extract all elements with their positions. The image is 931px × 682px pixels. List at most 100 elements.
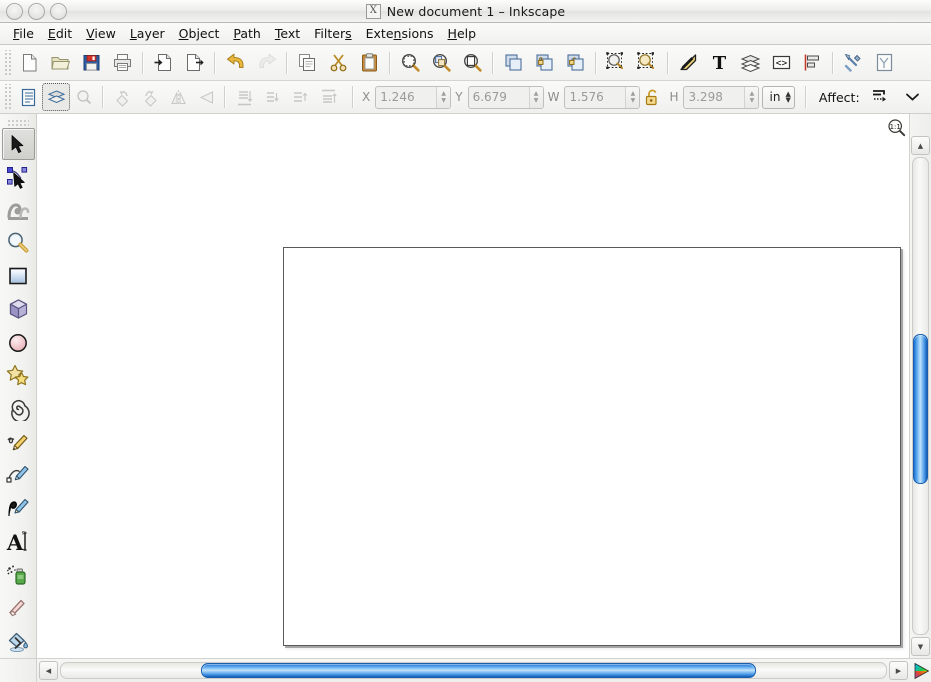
menu-extensions[interactable]: Extensions bbox=[359, 24, 441, 44]
eraser-tool[interactable] bbox=[2, 592, 35, 624]
menu-object[interactable]: Object bbox=[172, 24, 227, 44]
flip-horizontal-button[interactable] bbox=[164, 83, 192, 111]
pencil-tool[interactable] bbox=[2, 426, 35, 458]
lower-one-step-button[interactable] bbox=[258, 83, 286, 111]
w-field[interactable]: ▲▼ bbox=[564, 85, 641, 109]
layers-dialog-button[interactable] bbox=[735, 47, 766, 78]
rotate-90-ccw-button[interactable] bbox=[108, 83, 136, 111]
align-dialog-button[interactable] bbox=[797, 47, 828, 78]
raise-one-step-button[interactable] bbox=[286, 83, 314, 111]
maximize-button[interactable] bbox=[50, 3, 67, 20]
select-all-in-layers-toggle[interactable] bbox=[14, 83, 42, 111]
h-field[interactable]: ▲▼ bbox=[683, 85, 760, 109]
export-button[interactable] bbox=[179, 47, 210, 78]
w-spin-arrows[interactable]: ▲ ▼ bbox=[625, 86, 640, 108]
ungroup-button[interactable] bbox=[560, 47, 591, 78]
node-tool[interactable] bbox=[2, 161, 35, 193]
unit-selector[interactable]: in ▲ ▼ bbox=[762, 85, 795, 109]
zoom-1to1-icon[interactable]: 1:1 bbox=[886, 117, 906, 137]
object-properties-button[interactable] bbox=[632, 47, 663, 78]
vertical-scroll-track[interactable] bbox=[912, 157, 929, 635]
toolbar-grip[interactable] bbox=[3, 49, 12, 76]
paste-button[interactable] bbox=[354, 47, 385, 78]
fill-stroke-dialog-button[interactable] bbox=[601, 47, 632, 78]
cut-button[interactable] bbox=[323, 47, 354, 78]
y-spin-arrows[interactable]: ▲ ▼ bbox=[528, 86, 543, 108]
xml-editor-button[interactable]: <> bbox=[766, 47, 797, 78]
document-page[interactable] bbox=[283, 247, 901, 646]
horizontal-scroll-track[interactable] bbox=[60, 662, 887, 679]
print-document-button[interactable] bbox=[107, 47, 138, 78]
y-input[interactable] bbox=[468, 86, 529, 108]
vertical-scrollbar[interactable]: ▲ ▼ bbox=[909, 114, 931, 658]
menu-path[interactable]: Path bbox=[226, 24, 267, 44]
controlbar-grip[interactable] bbox=[3, 84, 12, 110]
close-button[interactable] bbox=[6, 3, 23, 20]
flip-vertical-button[interactable] bbox=[192, 83, 220, 111]
menu-layer[interactable]: Layer bbox=[123, 24, 172, 44]
lower-to-bottom-button[interactable] bbox=[230, 83, 258, 111]
box3d-tool[interactable] bbox=[2, 294, 35, 326]
scroll-up-arrow[interactable]: ▲ bbox=[911, 136, 930, 155]
scroll-down-arrow[interactable]: ▼ bbox=[911, 637, 930, 656]
copy-button[interactable] bbox=[292, 47, 323, 78]
affect-transform-icon[interactable] bbox=[866, 83, 894, 111]
scroll-right-arrow[interactable]: ▶ bbox=[889, 661, 908, 680]
toolbar-overflow-chevron[interactable] bbox=[901, 86, 923, 108]
h-spin-arrows[interactable]: ▲ ▼ bbox=[744, 86, 759, 108]
new-document-button[interactable] bbox=[14, 47, 45, 78]
y-field[interactable]: ▲▼ bbox=[467, 85, 544, 109]
spiral-tool[interactable] bbox=[2, 393, 35, 425]
save-document-button[interactable] bbox=[76, 47, 107, 78]
group-button[interactable] bbox=[529, 47, 560, 78]
canvas-area[interactable]: 1:1 bbox=[37, 114, 909, 658]
rotate-toggle[interactable] bbox=[70, 83, 98, 111]
zoom-page-button[interactable] bbox=[457, 47, 488, 78]
x-input[interactable] bbox=[376, 86, 437, 108]
text-tool-dialog-button[interactable]: T bbox=[704, 47, 735, 78]
horizontal-scroll-thumb[interactable] bbox=[201, 663, 756, 678]
scroll-left-arrow[interactable]: ◀ bbox=[39, 661, 58, 680]
w-input[interactable] bbox=[565, 86, 626, 108]
rotate-90-cw-button[interactable] bbox=[136, 83, 164, 111]
duplicate-button[interactable] bbox=[498, 47, 529, 78]
menu-filters[interactable]: Filters bbox=[307, 24, 358, 44]
x-field[interactable]: ▲▼ bbox=[375, 85, 452, 109]
document-properties-button[interactable] bbox=[869, 47, 900, 78]
spray-tool[interactable] bbox=[2, 559, 35, 591]
toolbox-expander[interactable] bbox=[0, 634, 36, 652]
undo-button[interactable] bbox=[220, 47, 251, 78]
color-wheel-icon[interactable] bbox=[910, 662, 931, 680]
zoom-selection-button[interactable] bbox=[395, 47, 426, 78]
raise-to-top-button[interactable] bbox=[314, 83, 342, 111]
tweak-tool[interactable] bbox=[2, 194, 35, 226]
redo-button[interactable] bbox=[251, 47, 282, 78]
menu-text[interactable]: Text bbox=[268, 24, 307, 44]
zoom-tool[interactable] bbox=[2, 227, 35, 259]
toolbox-grip[interactable] bbox=[7, 119, 29, 126]
preferences-button[interactable] bbox=[838, 47, 869, 78]
calligraphy-tool[interactable] bbox=[2, 492, 35, 524]
menu-view[interactable]: View bbox=[79, 24, 123, 44]
import-button[interactable] bbox=[148, 47, 179, 78]
open-document-button[interactable] bbox=[45, 47, 76, 78]
selector-tool[interactable] bbox=[1, 127, 35, 160]
text-tool[interactable]: A bbox=[2, 526, 35, 558]
inkscape-x-icon: X bbox=[365, 3, 381, 19]
star-tool[interactable] bbox=[2, 360, 35, 392]
h-input[interactable] bbox=[684, 86, 745, 108]
deselect-toggle[interactable] bbox=[42, 83, 70, 111]
menu-help[interactable]: Help bbox=[441, 24, 484, 44]
lock-wh-ratio-toggle[interactable] bbox=[644, 88, 661, 107]
minimize-button[interactable] bbox=[28, 3, 45, 20]
rectangle-tool[interactable] bbox=[2, 260, 35, 292]
fill-stroke-button[interactable] bbox=[673, 47, 704, 78]
zoom-drawing-button[interactable] bbox=[426, 47, 457, 78]
ellipse-tool[interactable] bbox=[2, 327, 35, 359]
vertical-scroll-thumb[interactable] bbox=[913, 334, 928, 484]
x-spin-arrows[interactable]: ▲ ▼ bbox=[436, 86, 451, 108]
canvas-surface[interactable] bbox=[37, 114, 909, 658]
menu-edit[interactable]: Edit bbox=[41, 24, 79, 44]
bezier-tool[interactable] bbox=[2, 459, 35, 491]
menu-file[interactable]: File bbox=[6, 24, 41, 44]
